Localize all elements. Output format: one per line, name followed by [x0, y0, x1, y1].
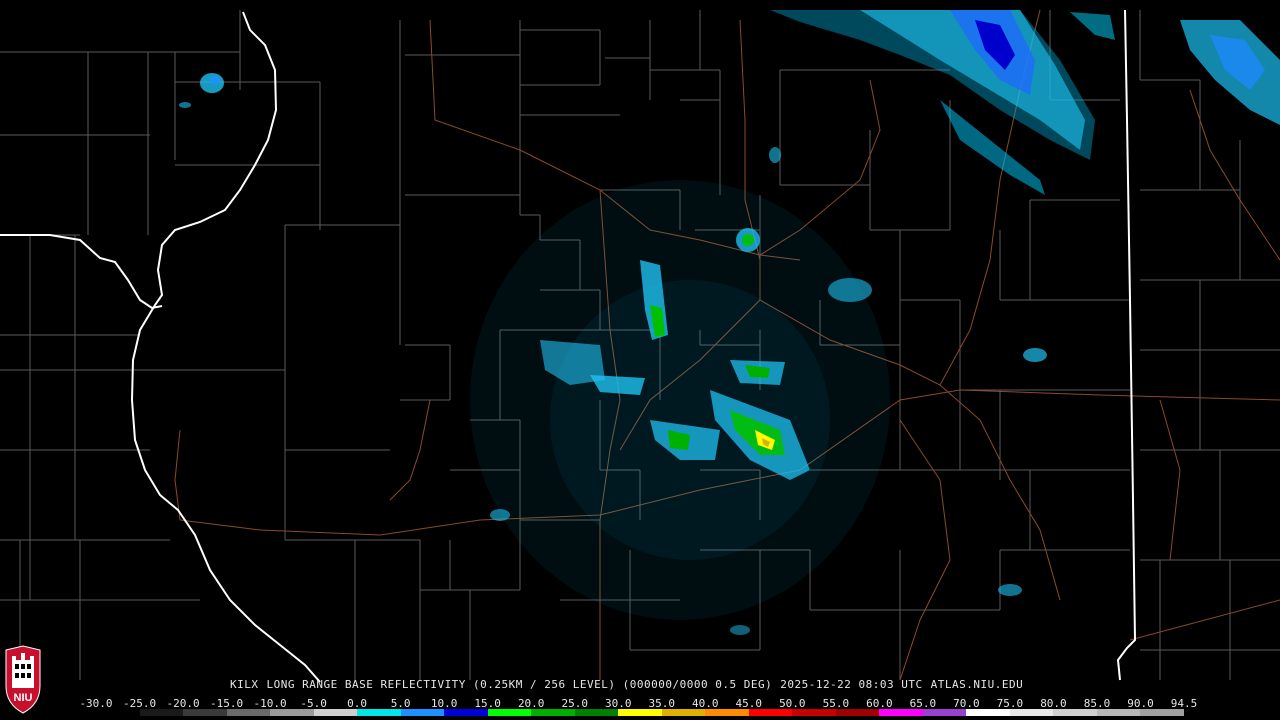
radar-id: KILX	[230, 678, 259, 691]
colorbar-segment	[879, 709, 923, 716]
colorbar-segment	[313, 709, 358, 716]
colorbar-segment	[357, 709, 401, 716]
colorbar-segment	[183, 709, 227, 716]
colorbar-segment	[96, 709, 140, 716]
colorbar-segment	[226, 709, 271, 716]
radar-map: NIU	[0, 0, 1280, 720]
colorbar-segment	[835, 709, 880, 716]
colorbar-segment	[618, 709, 662, 716]
reflectivity-scale-labels: -30.0 -25.0 -20.0 -15.0 -10.0 -5.0 0.0 5.0 10.0 1…	[79, 697, 1202, 710]
colorbar-segment	[444, 709, 488, 716]
product-caption: KILX LONG RANGE BASE REFLECTIVITY (0.25KM…	[230, 678, 1031, 691]
colorbar-segment	[1140, 709, 1184, 716]
colorbar-segment	[661, 709, 706, 716]
colorbar-segment	[574, 709, 619, 716]
timestamp: 2025-12-22 08:03 UTC	[780, 678, 923, 691]
colorbar-segment	[1053, 709, 1097, 716]
reflectivity-colorbar	[96, 709, 1184, 716]
colorbar-segment	[487, 709, 532, 716]
logo-text: NIU	[14, 692, 33, 704]
echo-radar-center	[470, 180, 890, 620]
colorbar-segment	[966, 709, 1010, 716]
colorbar-segment	[400, 709, 445, 716]
colorbar-segment	[270, 709, 314, 716]
niu-logo: NIU	[5, 645, 41, 714]
colorbar-segment	[1009, 709, 1054, 716]
colorbar-segment	[139, 709, 184, 716]
colorbar-segment	[792, 709, 836, 716]
product-name: LONG RANGE BASE REFLECTIVITY (0.25KM / 2…	[266, 678, 773, 691]
colorbar-segment	[922, 709, 967, 716]
colorbar-segment	[748, 709, 793, 716]
site-url: ATLAS.NIU.EDU	[930, 678, 1024, 691]
colorbar-segment	[1096, 709, 1141, 716]
colorbar-segment	[531, 709, 575, 716]
colorbar-segment	[705, 709, 749, 716]
